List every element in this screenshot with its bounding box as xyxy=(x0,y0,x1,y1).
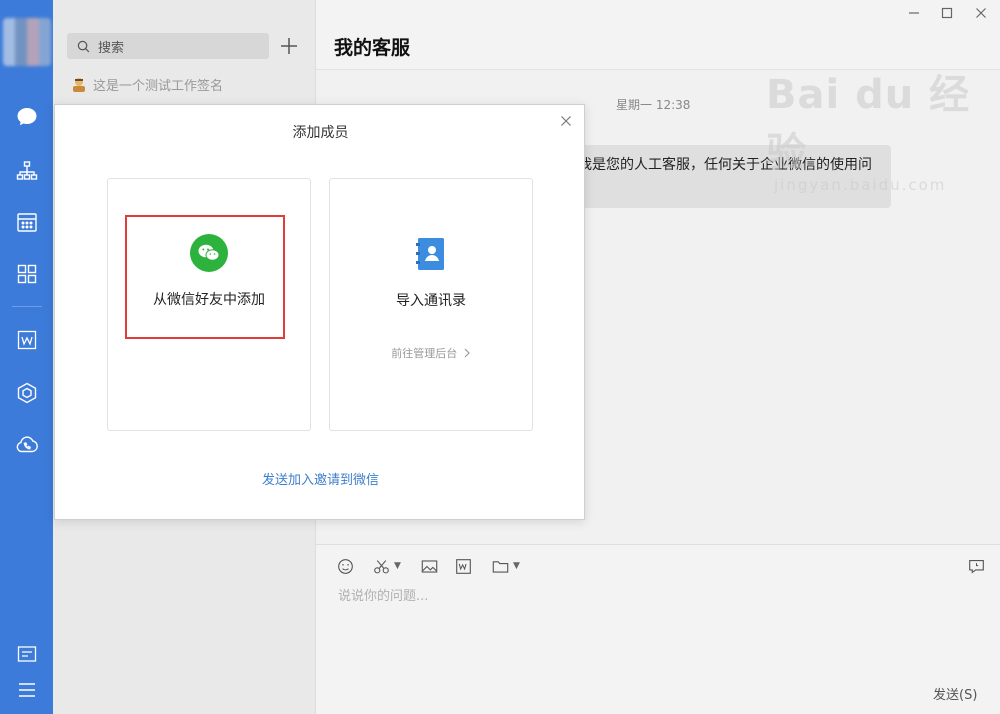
doc-icon[interactable] xyxy=(12,325,42,355)
message-timestamp: 星期一 12:38 xyxy=(616,98,691,112)
import-contacts-card[interactable]: 导入通讯录 前往管理后台 xyxy=(329,178,533,431)
org-icon[interactable] xyxy=(12,156,42,186)
search-input[interactable]: 搜索 xyxy=(67,33,269,59)
workbench-icon[interactable] xyxy=(12,378,42,408)
avatar[interactable] xyxy=(3,18,51,66)
minimize-button[interactable] xyxy=(901,4,927,22)
add-from-wechat-card[interactable]: 从微信好友中添加 xyxy=(107,178,311,431)
message-input[interactable]: 说说你的问题... xyxy=(338,585,428,604)
admin-console-link-text: 前往管理后台 xyxy=(391,347,458,360)
cloud-phone-icon[interactable] xyxy=(12,430,42,460)
baidu-watermark: Bai du 经验 jingyan.baidu.com xyxy=(766,62,996,194)
signature-text: 这是一个测试工作签名 xyxy=(93,79,224,94)
search-placeholder: 搜索 xyxy=(98,40,125,56)
send-invite-link[interactable]: 发送加入邀请到微信 xyxy=(55,469,586,488)
close-icon xyxy=(561,116,571,126)
menu-icon[interactable] xyxy=(12,675,42,705)
admin-console-link[interactable]: 前往管理后台 xyxy=(330,345,532,361)
chevron-right-icon xyxy=(464,348,470,358)
chat-icon[interactable] xyxy=(12,102,42,132)
scissors-icon xyxy=(374,559,389,573)
chat-title: 我的客服 xyxy=(334,37,411,59)
doc-button[interactable] xyxy=(454,557,473,575)
add-button[interactable] xyxy=(277,33,301,59)
calendar-icon[interactable] xyxy=(12,207,42,237)
image-icon xyxy=(421,559,438,573)
nav-divider xyxy=(12,306,42,307)
message-composer: ▼ ▼ 说说你的问题... 发送(S) xyxy=(316,544,1000,714)
search-icon xyxy=(77,40,90,52)
add-from-wechat-label: 从微信好友中添加 xyxy=(153,292,265,308)
emoji-button[interactable] xyxy=(336,557,355,575)
contacts-book-icon xyxy=(416,238,444,270)
add-member-dialog: 添加成员 从微信好友中添加 导入通讯录 前往管理后台 发送加入邀请到微信 xyxy=(54,104,585,520)
chat-history-button[interactable] xyxy=(967,557,986,575)
screenshot-button[interactable]: ▼ xyxy=(372,557,401,575)
maximize-icon xyxy=(941,7,953,19)
dialog-close-button[interactable] xyxy=(558,113,574,129)
doc-icon xyxy=(456,558,471,574)
chevron-down-icon[interactable]: ▼ xyxy=(513,561,520,571)
image-button[interactable] xyxy=(420,557,439,575)
notes-icon[interactable] xyxy=(12,639,42,669)
folder-button[interactable]: ▼ xyxy=(491,557,520,575)
folder-icon xyxy=(492,560,509,573)
maximize-button[interactable] xyxy=(934,4,960,22)
wechat-icon xyxy=(190,234,228,272)
watermark-brand: Bai du 经验 xyxy=(766,72,971,176)
left-nav xyxy=(0,0,53,714)
chevron-down-icon[interactable]: ▼ xyxy=(394,561,401,571)
chat-header: 我的客服 xyxy=(316,0,1000,70)
close-window-button[interactable] xyxy=(968,4,994,22)
emoji-icon xyxy=(338,558,353,574)
comment-icon xyxy=(969,559,984,574)
import-contacts-label: 导入通讯录 xyxy=(396,293,466,309)
plus-icon xyxy=(281,38,297,54)
send-button[interactable]: 发送(S) xyxy=(933,684,977,703)
dialog-title: 添加成员 xyxy=(292,125,349,141)
watermark-url: jingyan.baidu.com xyxy=(774,176,947,194)
work-signature[interactable]: 这是一个测试工作签名 xyxy=(71,75,223,94)
minimize-icon xyxy=(909,12,919,14)
close-icon xyxy=(976,8,986,18)
person-icon xyxy=(73,78,85,92)
apps-icon[interactable] xyxy=(12,259,42,289)
